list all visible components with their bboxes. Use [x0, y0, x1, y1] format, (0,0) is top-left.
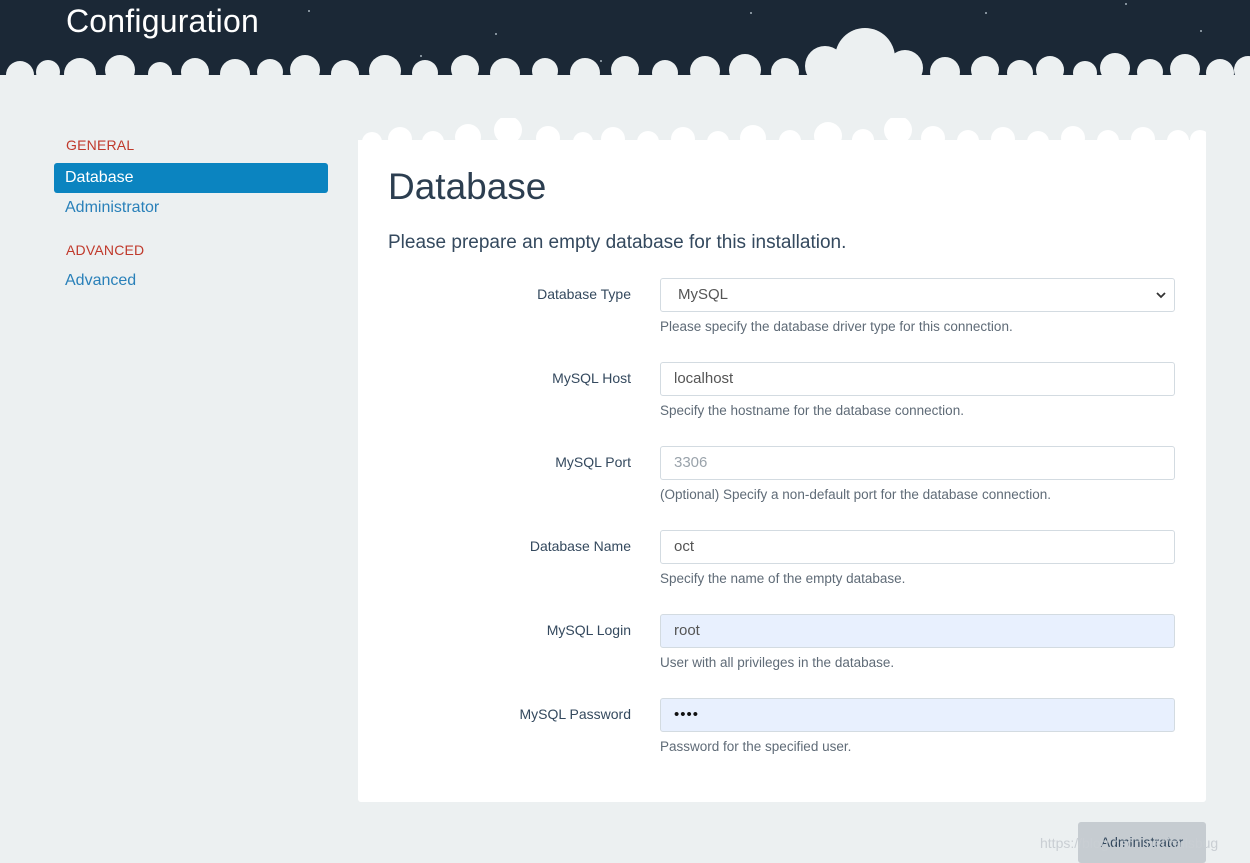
- mysql-port-input[interactable]: 3306: [660, 446, 1175, 480]
- sidebar-nav: GENERAL Database Administrator ADVANCED …: [54, 132, 328, 296]
- mysql-login-input[interactable]: root: [660, 614, 1175, 648]
- database-panel: Database Please prepare an empty databas…: [358, 140, 1206, 802]
- sidebar-item-advanced[interactable]: Advanced: [54, 266, 328, 296]
- chevron-down-icon: [1156, 292, 1166, 299]
- watermark-text: https://blog.csdn.net/railsbug: [1040, 835, 1219, 851]
- mysql-login-label: MySQL Login: [546, 622, 631, 638]
- panel-lead: Please prepare an empty database for thi…: [388, 232, 847, 253]
- mysql-port-label: MySQL Port: [555, 454, 631, 470]
- mysql-password-input[interactable]: ••••: [660, 698, 1175, 732]
- mysql-password-help: Password for the specified user.: [660, 739, 852, 754]
- database-type-help: Please specify the database driver type …: [660, 319, 1013, 334]
- database-name-input[interactable]: oct: [660, 530, 1175, 564]
- sidebar-item-administrator[interactable]: Administrator: [54, 193, 328, 223]
- mysql-login-help: User with all privileges in the database…: [660, 655, 895, 670]
- sidebar-item-database[interactable]: Database: [54, 163, 328, 193]
- database-type-value: MySQL: [678, 286, 729, 303]
- mysql-port-help: (Optional) Specify a non-default port fo…: [660, 487, 1051, 502]
- database-type-label: Database Type: [537, 286, 631, 302]
- panel-title: Database: [388, 166, 547, 207]
- sidebar-group-advanced: ADVANCED: [66, 242, 145, 258]
- database-name-label: Database Name: [529, 538, 631, 554]
- mysql-host-label: MySQL Host: [552, 370, 631, 386]
- header-clouds-decoration: [0, 28, 1250, 110]
- mysql-host-input[interactable]: localhost: [660, 362, 1175, 396]
- mysql-password-label: MySQL Password: [519, 706, 631, 722]
- sidebar-group-general: GENERAL: [66, 137, 135, 153]
- database-type-select[interactable]: MySQL: [660, 278, 1175, 312]
- mysql-host-help: Specify the hostname for the database co…: [660, 403, 964, 418]
- mysql-port-placeholder: 3306: [674, 454, 708, 471]
- database-name-help: Specify the name of the empty database.: [660, 571, 906, 586]
